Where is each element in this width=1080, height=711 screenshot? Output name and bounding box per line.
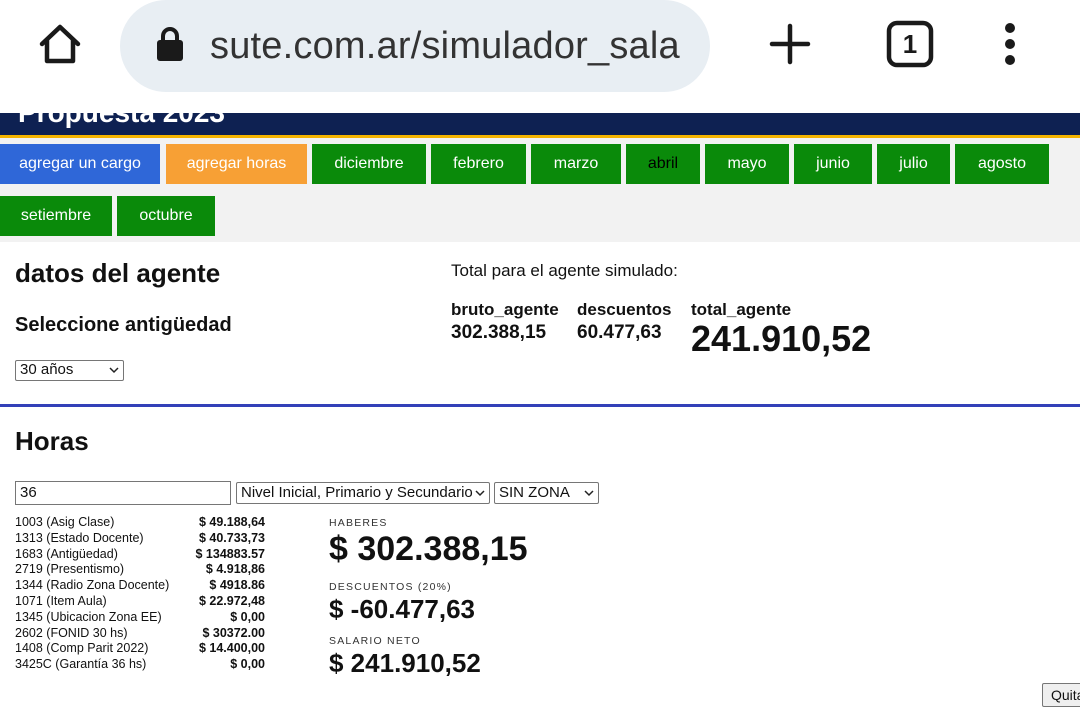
month-button-octubre[interactable]: octubre <box>117 196 215 236</box>
browser-toolbar: sute.com.ar/simulador_sala 1 <box>0 0 1080 113</box>
descuentos-label: descuentos <box>577 300 672 319</box>
add-horas-button[interactable]: agregar horas <box>166 144 307 184</box>
total-agente-label: total_agente <box>691 300 792 319</box>
chevron-down-icon <box>475 490 485 497</box>
code-amount: $ 4.918,86 <box>205 562 265 577</box>
antiguedad-value: 30 años <box>20 361 74 378</box>
month-button-diciembre[interactable]: diciembre <box>312 144 426 184</box>
month-button-setiembre[interactable]: setiembre <box>0 196 112 236</box>
haberes-value: $ 302.388,15 <box>329 530 528 568</box>
total-simulated-label: Total para el agente simulado: <box>451 261 678 280</box>
code-row: 1683 (Antigüedad) $ 134883.57 <box>15 547 265 563</box>
code-amount: $ 0,00 <box>230 657 265 672</box>
code-amount: $ 40.733,73 <box>198 530 265 545</box>
month-button-bar: agregar un cargo agregar horas diciembre… <box>0 138 1080 242</box>
neto-block: SALARIO NETO $ 241.910,52 <box>329 635 481 679</box>
zona-value: SIN ZONA <box>499 484 570 501</box>
code-name: 1408 (Comp Parit 2022) <box>15 641 149 656</box>
zona-select[interactable]: SIN ZONA <box>494 482 599 504</box>
chevron-down-icon <box>584 490 594 497</box>
code-amount: $ 0,00 <box>230 609 265 624</box>
haberes-label: HABERES <box>329 517 388 529</box>
haberes-block: HABERES $ 302.388,15 <box>329 517 528 569</box>
code-name: 1071 (Item Aula) <box>15 593 107 608</box>
month-button-abril[interactable]: abril <box>626 144 700 184</box>
new-tab-icon[interactable] <box>768 22 812 66</box>
bruto-column: bruto_agente 302.388,15 <box>451 300 559 344</box>
code-row: 1408 (Comp Parit 2022) $ 14.400,00 <box>15 641 265 657</box>
code-name: 2719 (Presentismo) <box>15 562 125 577</box>
agent-section-title: datos del agente <box>15 258 221 288</box>
salario-neto-value: $ 241.910,52 <box>329 648 481 678</box>
code-amount: $ 134883.57 <box>195 546 265 561</box>
tab-count: 1 <box>903 29 917 59</box>
code-row: 3425C (Garantía 36 hs) $ 0,00 <box>15 657 265 673</box>
nivel-select[interactable]: Nivel Inicial, Primario y Secundario <box>236 482 490 504</box>
code-row: 1344 (Radio Zona Docente) $ 4918.86 <box>15 578 265 594</box>
bruto-value: 302.388,15 <box>451 322 547 343</box>
code-row: 2719 (Presentismo) $ 4.918,86 <box>15 562 265 578</box>
horas-section-title: Horas <box>15 426 89 456</box>
salario-neto-label: SALARIO NETO <box>329 635 421 647</box>
month-button-agosto[interactable]: agosto <box>955 144 1049 184</box>
month-button-marzo[interactable]: marzo <box>531 144 621 184</box>
horas-input[interactable]: 36 <box>15 481 231 505</box>
descuentos-column: descuentos 60.477,63 <box>577 300 671 344</box>
code-amount: $ 4918.86 <box>209 578 265 593</box>
quitar-button[interactable]: Quitar <box>1042 683 1080 707</box>
descuentos-amount: $ -60.477,63 <box>329 594 476 624</box>
descuentos-value: 60.477,63 <box>577 322 662 343</box>
code-amount: $ 22.972,48 <box>198 593 265 608</box>
month-button-julio[interactable]: julio <box>877 144 950 184</box>
page-header-title: Propuesta 2023 <box>18 113 225 129</box>
add-cargo-button[interactable]: agregar un cargo <box>0 144 160 184</box>
lock-icon <box>157 27 183 61</box>
code-row: 2602 (FONID 30 hs) $ 30372.00 <box>15 626 265 642</box>
month-button-febrero[interactable]: febrero <box>431 144 526 184</box>
code-name: 1313 (Estado Docente) <box>15 530 144 545</box>
month-button-mayo[interactable]: mayo <box>705 144 789 184</box>
url-text: sute.com.ar/simulador_sala <box>210 25 680 67</box>
code-row: 1003 (Asig Clase) $ 49.188,64 <box>15 515 265 531</box>
bruto-label: bruto_agente <box>451 300 559 319</box>
descuentos-pct-label: DESCUENTOS (20%) <box>329 581 452 593</box>
antiguedad-select[interactable]: 30 años <box>15 360 124 381</box>
code-amount: $ 30372.00 <box>202 625 265 640</box>
page-header-band: Propuesta 2023 <box>0 113 1080 137</box>
code-name: 2602 (FONID 30 hs) <box>15 625 128 640</box>
descuentos-block: DESCUENTOS (20%) $ -60.477,63 <box>329 581 475 625</box>
chevron-down-icon <box>109 367 119 374</box>
code-row: 1345 (Ubicacion Zona EE) $ 0,00 <box>15 610 265 626</box>
antiguedad-label: Seleccione antigüedad <box>15 314 232 336</box>
address-bar[interactable]: sute.com.ar/simulador_sala <box>120 0 710 92</box>
total-agente-value: 241.910,52 <box>691 318 872 359</box>
code-row: 1313 (Estado Docente) $ 40.733,73 <box>15 531 265 547</box>
home-icon[interactable] <box>36 20 84 68</box>
salary-codes-list: 1003 (Asig Clase) $ 49.188,64 1313 (Estad… <box>15 515 265 673</box>
tab-switcher-button[interactable]: 1 <box>886 20 934 68</box>
code-name: 1344 (Radio Zona Docente) <box>15 578 170 593</box>
code-row: 1071 (Item Aula) $ 22.972,48 <box>15 594 265 610</box>
code-name: 1003 (Asig Clase) <box>15 515 115 529</box>
tab-count-icon: 1 <box>886 20 934 68</box>
code-name: 1345 (Ubicacion Zona EE) <box>15 609 162 624</box>
code-amount: $ 49.188,64 <box>198 515 265 529</box>
code-amount: $ 14.400,00 <box>198 641 265 656</box>
month-button-junio[interactable]: junio <box>794 144 872 184</box>
code-name: 3425C (Garantía 36 hs) <box>15 657 147 672</box>
section-divider <box>0 404 1080 407</box>
nivel-value: Nivel Inicial, Primario y Secundario <box>241 484 473 501</box>
more-menu-icon[interactable] <box>996 20 1024 68</box>
code-name: 1683 (Antigüedad) <box>15 546 118 561</box>
total-column: total_agente 241.910,52 <box>691 300 871 360</box>
